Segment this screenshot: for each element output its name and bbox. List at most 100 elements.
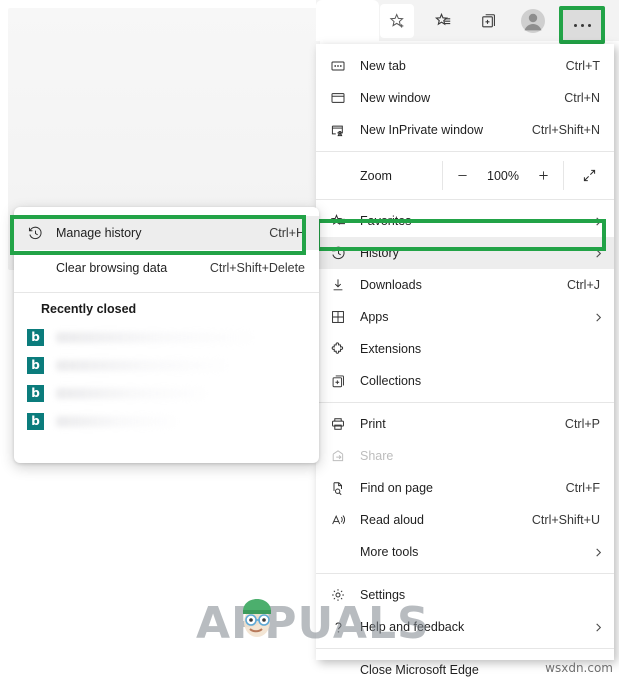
share-icon bbox=[316, 448, 360, 464]
help-icon bbox=[316, 619, 360, 636]
menu-item-label: Extensions bbox=[360, 342, 604, 356]
clear-browsing-data-label: Clear browsing data bbox=[56, 261, 210, 275]
find-icon bbox=[316, 480, 360, 496]
menu-item-help-and-feedback[interactable]: Help and feedback bbox=[316, 611, 614, 643]
chevron-right-icon bbox=[588, 547, 604, 558]
menu-item-read-aloud[interactable]: Read aloud Ctrl+Shift+U bbox=[316, 504, 614, 536]
gear-icon bbox=[316, 587, 360, 603]
menu-item-history[interactable]: History bbox=[316, 237, 614, 269]
manage-history-label: Manage history bbox=[56, 226, 269, 240]
menu-item-label: Help and feedback bbox=[360, 620, 588, 634]
collections-icon[interactable] bbox=[472, 6, 506, 36]
history-icon bbox=[14, 225, 56, 242]
menu-item-label: New window bbox=[360, 91, 564, 105]
favorites-list-icon[interactable] bbox=[426, 6, 460, 36]
menu-item-accelerator: Ctrl+Shift+U bbox=[532, 513, 604, 527]
zoom-controls: 100% bbox=[443, 157, 563, 194]
active-tab-fill bbox=[316, 0, 379, 41]
menu-item-collections[interactable]: Collections bbox=[316, 365, 614, 397]
recently-closed-item[interactable]: b bbox=[14, 351, 319, 379]
menu-item-accelerator: Ctrl+Shift+N bbox=[532, 123, 604, 137]
menu-separator bbox=[316, 573, 614, 574]
menu-item-new-tab[interactable]: New tab Ctrl+T bbox=[316, 50, 614, 82]
menu-item-label: Downloads bbox=[360, 278, 567, 292]
recently-closed-title bbox=[56, 332, 252, 343]
menu-item-label: More tools bbox=[360, 545, 588, 559]
history-flyout-panel: Manage history Ctrl+H Clear browsing dat… bbox=[14, 207, 319, 463]
bing-favicon: b bbox=[27, 385, 44, 402]
recently-closed-item[interactable]: b bbox=[14, 379, 319, 407]
zoom-out-button[interactable] bbox=[449, 163, 475, 189]
new-window-icon bbox=[316, 90, 360, 106]
zoom-level-value: 100% bbox=[487, 169, 519, 183]
menu-item-accelerator: Ctrl+N bbox=[564, 91, 604, 105]
menu-item-label: Apps bbox=[360, 310, 588, 324]
menu-separator bbox=[316, 648, 614, 649]
ellipsis-dot bbox=[588, 24, 591, 27]
manage-history-accelerator: Ctrl+H bbox=[269, 226, 319, 240]
clear-browsing-data-item[interactable]: Clear browsing data Ctrl+Shift+Delete bbox=[14, 250, 319, 286]
menu-item-extensions[interactable]: Extensions bbox=[316, 333, 614, 365]
menu-item-apps[interactable]: Apps bbox=[316, 301, 614, 333]
menu-item-label: Settings bbox=[360, 588, 604, 602]
bing-favicon: b bbox=[27, 329, 44, 346]
chevron-right-icon bbox=[588, 312, 604, 323]
menu-separator bbox=[316, 151, 614, 152]
recently-closed-heading: Recently closed bbox=[14, 293, 319, 323]
menu-item-accelerator: Ctrl+P bbox=[565, 417, 604, 431]
menu-item-share: Share bbox=[316, 440, 614, 472]
menu-item-accelerator: Ctrl+F bbox=[566, 481, 604, 495]
extensions-icon bbox=[316, 341, 360, 357]
menu-item-label: New InPrivate window bbox=[360, 123, 532, 137]
menu-item-label: Find on page bbox=[360, 481, 566, 495]
fullscreen-button[interactable] bbox=[564, 157, 614, 194]
menu-item-label: History bbox=[360, 246, 588, 260]
collections-icon bbox=[316, 373, 360, 390]
avatar[interactable] bbox=[516, 6, 550, 36]
ellipsis-icon[interactable] bbox=[559, 6, 605, 44]
menu-item-label: New tab bbox=[360, 59, 566, 73]
menu-item-label: Favorites bbox=[360, 214, 588, 228]
zoom-row: Zoom 100% bbox=[316, 157, 614, 194]
menu-item-accelerator: Ctrl+T bbox=[566, 59, 604, 73]
star-plus-icon[interactable] bbox=[380, 4, 414, 38]
clear-browsing-data-accelerator: Ctrl+Shift+Delete bbox=[210, 261, 319, 275]
chevron-right-icon bbox=[588, 248, 604, 259]
recently-closed-item[interactable]: b bbox=[14, 323, 319, 351]
chevron-right-icon bbox=[588, 216, 604, 227]
manage-history-item[interactable]: Manage history Ctrl+H bbox=[14, 216, 319, 250]
recently-closed-title bbox=[56, 360, 226, 371]
menu-item-label: Share bbox=[360, 449, 604, 463]
recently-closed-title bbox=[56, 416, 176, 427]
menu-separator bbox=[316, 402, 614, 403]
read-aloud-icon bbox=[316, 512, 360, 529]
menu-separator bbox=[316, 199, 614, 200]
history-icon bbox=[316, 245, 360, 262]
menu-item-label: Read aloud bbox=[360, 513, 532, 527]
bing-favicon: b bbox=[27, 413, 44, 430]
menu-item-new-inprivate-window[interactable]: New InPrivate window Ctrl+Shift+N bbox=[316, 114, 614, 146]
download-icon bbox=[316, 277, 360, 293]
menu-item-find-on-page[interactable]: Find on page Ctrl+F bbox=[316, 472, 614, 504]
zoom-in-button[interactable] bbox=[531, 163, 557, 189]
zoom-label: Zoom bbox=[316, 157, 442, 194]
new-tab-icon bbox=[316, 58, 360, 74]
wsxdn-watermark: wsxdn.com bbox=[545, 661, 613, 675]
recently-closed-title bbox=[56, 388, 206, 399]
menu-item-new-window[interactable]: New window Ctrl+N bbox=[316, 82, 614, 114]
ellipsis-dot bbox=[581, 24, 584, 27]
edge-settings-menu: New tab Ctrl+T New window Ctrl+N New InP… bbox=[316, 44, 614, 660]
favorites-icon bbox=[316, 213, 360, 230]
bing-favicon: b bbox=[27, 357, 44, 374]
apps-icon bbox=[316, 309, 360, 325]
chevron-right-icon bbox=[588, 622, 604, 633]
menu-item-settings[interactable]: Settings bbox=[316, 579, 614, 611]
menu-item-downloads[interactable]: Downloads Ctrl+J bbox=[316, 269, 614, 301]
menu-item-accelerator: Ctrl+J bbox=[567, 278, 604, 292]
menu-item-more-tools[interactable]: More tools bbox=[316, 536, 614, 568]
print-icon bbox=[316, 416, 360, 432]
menu-item-favorites[interactable]: Favorites bbox=[316, 205, 614, 237]
recently-closed-item[interactable]: b bbox=[14, 407, 319, 435]
menu-item-label: Collections bbox=[360, 374, 604, 388]
menu-item-print[interactable]: Print Ctrl+P bbox=[316, 408, 614, 440]
